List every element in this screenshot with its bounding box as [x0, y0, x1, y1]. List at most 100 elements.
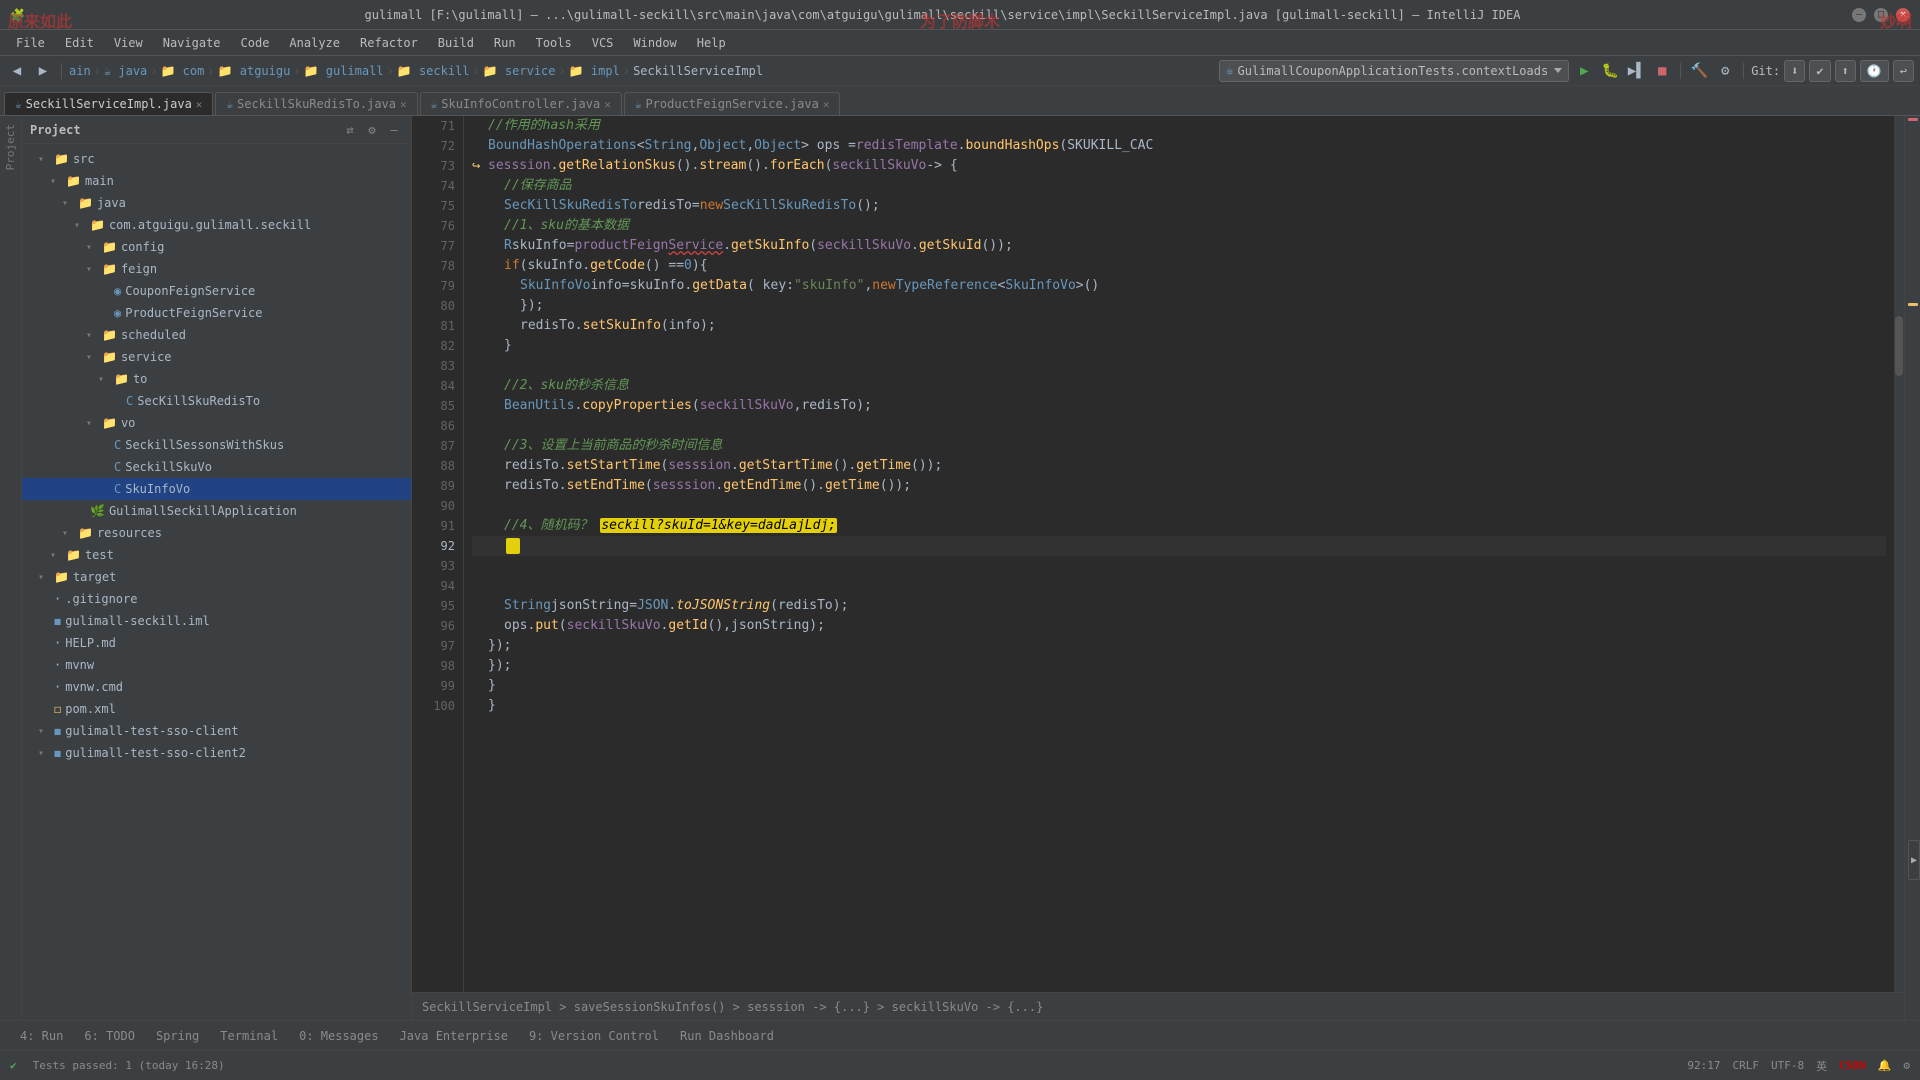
ln-82: 82 — [412, 336, 455, 356]
panel-sync-button[interactable]: ⇄ — [341, 121, 359, 139]
tree-item-helpmd[interactable]: ▾ · HELP.md — [22, 632, 411, 654]
back-button[interactable]: ◀ — [6, 60, 28, 82]
tree-item-seckillskuredisto[interactable]: ▾ C SecKillSkuRedisTo — [22, 390, 411, 412]
forward-button[interactable]: ▶ — [32, 60, 54, 82]
menu-file[interactable]: File — [8, 34, 53, 52]
settings-button[interactable]: ⚙ — [1714, 60, 1736, 82]
tree-item-target[interactable]: ▾ 📁 target — [22, 566, 411, 588]
menu-run[interactable]: Run — [486, 34, 524, 52]
menu-edit[interactable]: Edit — [57, 34, 102, 52]
tab-productfeignservice[interactable]: ☕ ProductFeignService.java ✕ — [624, 92, 841, 115]
tree-item-package[interactable]: ▾ 📁 com.atguigu.gulimall.seckill — [22, 214, 411, 236]
menu-navigate[interactable]: Navigate — [155, 34, 229, 52]
tree-item-couponfeignservice[interactable]: ▾ ◉ CouponFeignService — [22, 280, 411, 302]
tree-item-test[interactable]: ▾ 📁 test — [22, 544, 411, 566]
tab-close-1[interactable]: ✕ — [400, 98, 407, 111]
tree-item-java[interactable]: ▾ 📁 java — [22, 192, 411, 214]
line-ending-label[interactable]: CRLF — [1733, 1059, 1760, 1072]
tab-seckillskuredisto[interactable]: ☕ SeckillSkuRedisTo.java ✕ — [215, 92, 417, 115]
git-push-button[interactable]: ⬆ — [1835, 60, 1856, 82]
vertical-scrollbar[interactable] — [1894, 116, 1904, 992]
tb-crumb-file[interactable]: SeckillServiceImpl — [633, 64, 763, 78]
bottom-tab-vcs[interactable]: 9: Version Control — [519, 1027, 669, 1045]
code-area[interactable]: 71 72 73 74 75 76 77 78 79 80 81 82 83 8… — [412, 116, 1904, 992]
tree-item-src[interactable]: ▾ 📁 src — [22, 148, 411, 170]
tb-crumb-service[interactable]: 📁 service — [483, 64, 556, 78]
tree-item-config[interactable]: ▾ 📁 config — [22, 236, 411, 258]
tree-item-resources[interactable]: ▾ 📁 resources — [22, 522, 411, 544]
git-history-button[interactable]: 🕐 — [1860, 60, 1889, 82]
minimize-button[interactable]: – — [1852, 8, 1866, 22]
tree-item-vo[interactable]: ▾ 📁 vo — [22, 412, 411, 434]
run-button[interactable]: ▶ — [1573, 60, 1595, 82]
git-update-button[interactable]: ⬇ — [1784, 60, 1805, 82]
tab-seckillserviceimpl[interactable]: ☕ SeckillServiceImpl.java ✕ — [4, 92, 213, 115]
tb-crumb-atguigu[interactable]: 📁 atguigu — [218, 64, 291, 78]
bottom-tab-spring[interactable]: Spring — [146, 1027, 209, 1045]
bottom-tab-todo[interactable]: 6: TODO — [74, 1027, 145, 1045]
project-panel-button[interactable]: Project — [2, 120, 19, 174]
stop-button[interactable]: ■ — [1651, 60, 1673, 82]
tree-item-mvnw[interactable]: ▾ · mvnw — [22, 654, 411, 676]
menu-analyze[interactable]: Analyze — [281, 34, 348, 52]
coverage-button[interactable]: ▶▌ — [1625, 60, 1647, 82]
tree-item-seckillskuvo[interactable]: ▾ C SeckillSkuVo — [22, 456, 411, 478]
menu-help[interactable]: Help — [689, 34, 734, 52]
bottom-tab-terminal[interactable]: Terminal — [210, 1027, 288, 1045]
build-button[interactable]: 🔨 — [1688, 60, 1710, 82]
tb-crumb-impl[interactable]: 📁 impl — [569, 64, 620, 78]
tab-skuinfocontroller[interactable]: ☕ SkuInfoController.java ✕ — [420, 92, 622, 115]
menu-window[interactable]: Window — [625, 34, 684, 52]
tree-item-pomxml[interactable]: ▾ ◻ pom.xml — [22, 698, 411, 720]
breakpoint-73[interactable]: ↪ — [472, 156, 488, 176]
git-revert-button[interactable]: ↩ — [1893, 60, 1914, 82]
tree-item-mvnwcmd[interactable]: ▾ · mvnw.cmd — [22, 676, 411, 698]
tab-close-3[interactable]: ✕ — [823, 98, 830, 111]
cursor-pos-label[interactable]: 92:17 — [1687, 1059, 1720, 1072]
menu-vcs[interactable]: VCS — [584, 34, 622, 52]
tb-crumb-gulimall[interactable]: 📁 gulimall — [304, 64, 384, 78]
notification-icon[interactable]: 🔔 — [1878, 1059, 1892, 1072]
tree-item-to[interactable]: ▾ 📁 to — [22, 368, 411, 390]
tb-crumb-seckill[interactable]: 📁 seckill — [397, 64, 470, 78]
tree-item-application[interactable]: ▾ 🌿 GulimallSeckillApplication — [22, 500, 411, 522]
tree-item-sso-client[interactable]: ▾ ◼ gulimall-test-sso-client — [22, 720, 411, 742]
window-controls[interactable]: – □ ✕ — [1852, 8, 1910, 22]
bottom-tab-messages[interactable]: 0: Messages — [289, 1027, 388, 1045]
menu-view[interactable]: View — [106, 34, 151, 52]
bottom-tab-enterprise[interactable]: Java Enterprise — [390, 1027, 518, 1045]
bottom-tab-rundash[interactable]: Run Dashboard — [670, 1027, 784, 1045]
tree-item-productfeignservice[interactable]: ▾ ◉ ProductFeignService — [22, 302, 411, 324]
tree-item-gitignore[interactable]: ▾ · .gitignore — [22, 588, 411, 610]
menu-refactor[interactable]: Refactor — [352, 34, 426, 52]
settings-icon[interactable]: ⚙ — [1903, 1059, 1910, 1072]
encoding-label[interactable]: UTF-8 — [1771, 1059, 1804, 1072]
scroll-indicator[interactable]: ▶ — [1908, 840, 1920, 880]
menu-build[interactable]: Build — [430, 34, 482, 52]
tree-item-feign[interactable]: ▾ 📁 feign — [22, 258, 411, 280]
panel-gear-button[interactable]: ⚙ — [363, 121, 381, 139]
code-content[interactable]: //作用的hash采用 BoundHashOperations<String, … — [464, 116, 1894, 992]
menu-tools[interactable]: Tools — [528, 34, 580, 52]
tree-item-scheduled[interactable]: ▾ 📁 scheduled — [22, 324, 411, 346]
panel-hide-button[interactable]: – — [385, 121, 403, 139]
scrollbar-thumb[interactable] — [1895, 316, 1903, 376]
tree-item-seckillsessonswithskus[interactable]: ▾ C SeckillSessonsWithSkus — [22, 434, 411, 456]
tb-crumb-com[interactable]: 📁 com — [161, 64, 205, 78]
git-commit-button[interactable]: ✔ — [1809, 60, 1830, 82]
run-config-dropdown[interactable]: ☕ GulimallCouponApplicationTests.context… — [1219, 60, 1570, 82]
tree-item-iml[interactable]: ▾ ◼ gulimall-seckill.iml — [22, 610, 411, 632]
tab-close-0[interactable]: ✕ — [196, 98, 203, 111]
tb-crumb-ain[interactable]: ain — [69, 64, 91, 78]
close-button[interactable]: ✕ — [1896, 8, 1910, 22]
bottom-tab-run[interactable]: 4: Run — [10, 1027, 73, 1045]
tree-item-skuinfovo[interactable]: ▾ C SkuInfoVo — [22, 478, 411, 500]
tb-crumb-java[interactable]: ☕ java — [104, 64, 147, 78]
tree-item-service[interactable]: ▾ 📁 service — [22, 346, 411, 368]
tree-item-main[interactable]: ▾ 📁 main — [22, 170, 411, 192]
maximize-button[interactable]: □ — [1874, 8, 1888, 22]
menu-code[interactable]: Code — [233, 34, 278, 52]
debug-button[interactable]: 🐛 — [1599, 60, 1621, 82]
tab-close-2[interactable]: ✕ — [604, 98, 611, 111]
tree-item-sso-client2[interactable]: ▾ ◼ gulimall-test-sso-client2 — [22, 742, 411, 764]
